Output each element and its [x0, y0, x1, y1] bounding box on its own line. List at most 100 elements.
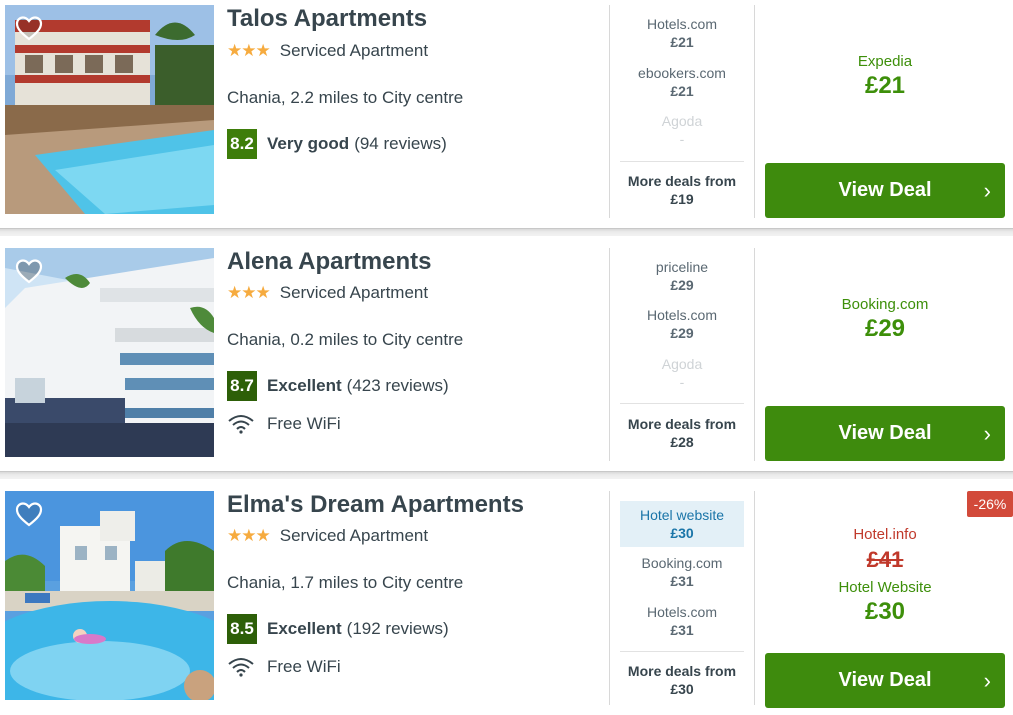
hotel-name[interactable]: Talos Apartments	[227, 5, 427, 33]
deal-price: £29	[670, 277, 694, 293]
hotel-card: Elma's Dream Apartments ★★★ Serviced Apar…	[0, 479, 1013, 715]
card-separator	[0, 228, 1013, 236]
more-deals-link[interactable]: More deals from £30	[620, 662, 744, 698]
score-badge: 8.5	[227, 614, 257, 644]
amenity-label: Free WiFi	[267, 657, 341, 676]
review-count: (94 reviews)	[354, 134, 447, 153]
rating-summary[interactable]: 8.5 Excellent (192 reviews)	[227, 614, 449, 644]
more-deals-price: £19	[670, 191, 694, 207]
view-deal-label: View Deal	[838, 179, 932, 201]
deal-option[interactable]: Hotels.com £29	[620, 306, 744, 342]
view-deal-button[interactable]: View Deal ›	[765, 653, 1005, 708]
deal-price: £21	[670, 34, 694, 50]
hotel-name[interactable]: Elma's Dream Apartments	[227, 491, 524, 519]
divider	[754, 491, 755, 705]
best-deal-price: £21	[864, 72, 906, 99]
divider	[754, 5, 755, 218]
view-deal-label: View Deal	[838, 422, 932, 444]
deal-option[interactable]: Hotels.com £31	[620, 603, 744, 639]
divider	[620, 651, 744, 652]
hotel-category: ★★★ Serviced Apartment	[227, 41, 428, 61]
best-deal-price: £30	[864, 598, 906, 625]
more-deals-link[interactable]: More deals from £28	[620, 415, 744, 451]
card-separator	[0, 471, 1013, 479]
hotel-location[interactable]: Chania, 2.2 miles to City centre	[227, 88, 463, 108]
best-deal-provider: Expedia	[857, 53, 913, 70]
chevron-right-icon: ›	[983, 421, 991, 446]
hotel-card: Alena Apartments ★★★ Serviced Apartment C…	[0, 236, 1013, 471]
star-rating-icon: ★★★	[227, 283, 271, 302]
divider	[620, 403, 744, 404]
rating-word: Excellent	[267, 376, 342, 395]
hotel-card: Talos Apartments ★★★ Serviced Apartment C…	[0, 0, 1013, 228]
divider	[609, 491, 610, 705]
amenity-label: Free WiFi	[267, 414, 341, 433]
star-rating-icon: ★★★	[227, 526, 271, 545]
rating-word: Very good	[267, 134, 350, 153]
score-badge: 8.2	[227, 129, 257, 159]
deal-option: Agoda -	[620, 355, 744, 391]
original-provider: Hotel.info	[853, 526, 917, 543]
amenity-wifi: Free WiFi	[227, 657, 341, 677]
deal-option[interactable]: Hotels.com £21	[620, 15, 744, 51]
best-deal-provider: Booking.com	[841, 296, 929, 313]
rating-summary[interactable]: 8.2 Very good (94 reviews)	[227, 129, 447, 159]
favorite-heart-icon[interactable]	[15, 501, 43, 527]
more-deals-label: More deals from	[627, 173, 737, 189]
original-price: £41	[866, 547, 904, 572]
rating-summary[interactable]: 8.7 Excellent (423 reviews)	[227, 371, 449, 401]
hotel-category: ★★★ Serviced Apartment	[227, 526, 428, 546]
deal-provider: ebookers.com	[638, 65, 726, 81]
discount-badge: -26%	[967, 491, 1013, 517]
more-deals-link[interactable]: More deals from £19	[620, 172, 744, 208]
star-rating-icon: ★★★	[227, 41, 271, 60]
best-deal[interactable]: Expedia £21	[765, 53, 1005, 100]
deal-option-highlighted[interactable]: Hotel website £30	[620, 501, 744, 547]
deal-price: £31	[670, 622, 694, 638]
hotel-photo[interactable]	[5, 248, 214, 457]
deal-option[interactable]: priceline £29	[620, 258, 744, 294]
more-deals-label: More deals from	[627, 416, 737, 432]
deal-provider: Hotel website	[639, 507, 725, 523]
deal-option[interactable]: ebookers.com £21	[620, 64, 744, 100]
deal-provider: priceline	[655, 259, 709, 275]
favorite-heart-icon[interactable]	[15, 15, 43, 41]
best-deal-provider: Hotel Website	[838, 579, 932, 596]
hotel-location[interactable]: Chania, 1.7 miles to City centre	[227, 573, 463, 593]
more-deals-price: £30	[670, 681, 694, 697]
deal-provider: Hotels.com	[646, 604, 718, 620]
deal-option: Agoda -	[620, 112, 744, 148]
view-deal-button[interactable]: View Deal ›	[765, 406, 1005, 461]
wifi-icon	[228, 658, 254, 677]
view-deal-button[interactable]: View Deal ›	[765, 163, 1005, 218]
favorite-heart-icon[interactable]	[15, 258, 43, 284]
property-type: Serviced Apartment	[279, 526, 429, 545]
more-deals-price: £28	[670, 434, 694, 450]
hotel-photo[interactable]	[5, 5, 214, 214]
deal-price: £29	[670, 325, 694, 341]
score-badge: 8.7	[227, 371, 257, 401]
deal-price: £30	[670, 525, 694, 541]
wifi-icon	[228, 415, 254, 434]
best-deal[interactable]: Booking.com £29	[765, 296, 1005, 343]
review-count: (423 reviews)	[346, 376, 449, 395]
divider	[609, 5, 610, 218]
deal-price: -	[679, 131, 685, 147]
more-deals-label: More deals from	[627, 663, 737, 679]
deal-provider: Agoda	[661, 356, 703, 372]
hotel-name[interactable]: Alena Apartments	[227, 248, 432, 276]
deal-price: -	[679, 374, 685, 390]
divider	[754, 248, 755, 461]
deal-provider: Hotels.com	[646, 307, 718, 323]
deal-option[interactable]: Booking.com £31	[620, 554, 744, 590]
hotel-location[interactable]: Chania, 0.2 miles to City centre	[227, 330, 463, 350]
chevron-right-icon: ›	[983, 178, 991, 203]
hotel-photo[interactable]	[5, 491, 214, 700]
deal-provider: Hotels.com	[646, 16, 718, 32]
best-deal[interactable]: Hotel.info £41 Hotel Website £30	[765, 526, 1005, 626]
view-deal-label: View Deal	[838, 669, 932, 691]
best-deal-price: £29	[864, 315, 906, 342]
deal-provider: Agoda	[661, 113, 703, 129]
review-count: (192 reviews)	[346, 619, 449, 638]
amenity-wifi: Free WiFi	[227, 414, 341, 434]
